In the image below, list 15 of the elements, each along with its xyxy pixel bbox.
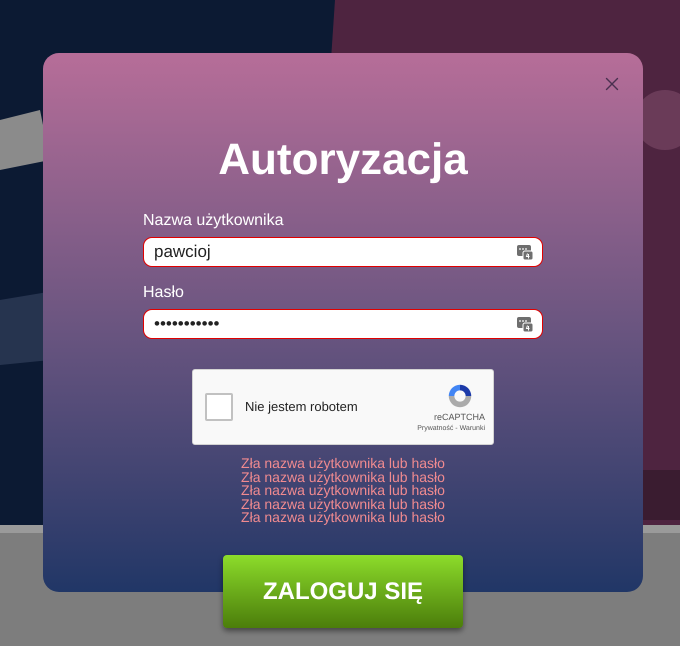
error-message: Zła nazwa użytkownika lub hasło <box>241 498 445 512</box>
error-message: Zła nazwa użytkownika lub hasło <box>241 470 445 484</box>
captcha-checkbox[interactable] <box>205 393 233 421</box>
error-message: Zła nazwa użytkownika lub hasło <box>241 511 445 525</box>
captcha-label: Nie jestem robotem <box>245 398 359 416</box>
password-manager-icon[interactable] <box>517 244 533 260</box>
field-label: Nazwa użytkownika <box>143 211 284 231</box>
captcha-brand: reCAPTCHA <box>434 410 485 422</box>
error-message: Zła nazwa użytkownika lub hasło <box>241 457 445 471</box>
field-label: Hasło <box>143 283 185 303</box>
input-field[interactable]: pawcioj <box>143 237 543 267</box>
dialog-title: Autoryzacja <box>218 134 468 186</box>
input-field[interactable]: ••••••••••• <box>143 309 543 339</box>
password-manager-icon[interactable] <box>517 316 533 332</box>
error-message: Zła nazwa użytkownika lub hasło <box>241 484 445 498</box>
